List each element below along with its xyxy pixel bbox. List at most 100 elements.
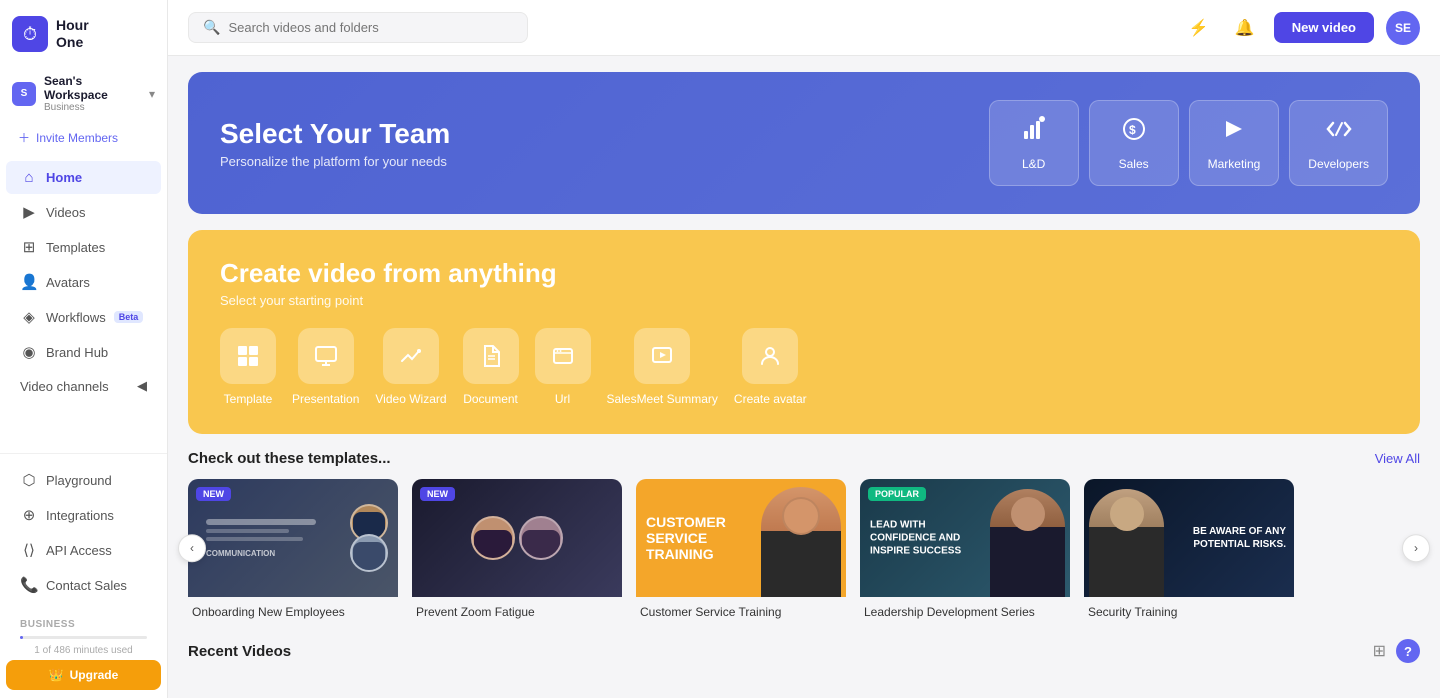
- sidebar-item-video-channels[interactable]: Video channels ◀: [6, 370, 161, 402]
- sidebar-item-templates-label: Templates: [46, 240, 105, 255]
- new-video-button[interactable]: New video: [1274, 12, 1374, 43]
- notification-icon[interactable]: 🔔: [1228, 11, 1262, 45]
- template-card-security[interactable]: BE AWARE OF ANY POTENTIAL RISKS. Securit…: [1084, 479, 1294, 623]
- sales-label: Sales: [1119, 157, 1149, 171]
- sidebar-item-brand-hub-label: Brand Hub: [46, 345, 108, 360]
- templates-icon: ⊞: [20, 238, 38, 256]
- team-banner-text: Select Your Team Personalize the platfor…: [220, 118, 969, 169]
- team-banner-subtitle: Personalize the platform for your needs: [220, 154, 969, 169]
- recent-videos-title: Recent Videos: [188, 643, 291, 660]
- view-all-link[interactable]: View All: [1375, 451, 1420, 466]
- badge-popular-leadership: Popular: [868, 487, 926, 501]
- template-thumb-customer: CUSTOMERSERVICETRAINING: [636, 479, 846, 597]
- template-card-customer[interactable]: CUSTOMERSERVICETRAINING Customer Service…: [636, 479, 846, 623]
- search-box[interactable]: 🔍: [188, 12, 528, 43]
- sidebar: ⏱ HourOne S Sean's Workspace Business ▾ …: [0, 0, 168, 698]
- badge-new-onboarding: New: [196, 487, 231, 501]
- upgrade-label: Upgrade: [70, 668, 119, 682]
- create-tool-template[interactable]: Template: [220, 328, 276, 406]
- team-banner: Select Your Team Personalize the platfor…: [188, 72, 1420, 214]
- sidebar-item-integrations[interactable]: ⊕ Integrations: [6, 498, 161, 532]
- team-card-marketing[interactable]: Marketing: [1189, 100, 1280, 186]
- sidebar-item-integrations-label: Integrations: [46, 508, 114, 523]
- create-tool-document[interactable]: Document: [463, 328, 519, 406]
- salesmeet-tool-icon: [634, 328, 690, 384]
- lightning-icon[interactable]: ⚡: [1182, 11, 1216, 45]
- sidebar-item-contact-sales[interactable]: 📞 Contact Sales: [6, 568, 161, 602]
- user-avatar[interactable]: SE: [1386, 11, 1420, 45]
- template-name-leadership: Leadership Development Series: [860, 597, 1070, 623]
- sidebar-item-workflows-label: Workflows: [46, 310, 106, 325]
- brand-hub-icon: ◉: [20, 343, 38, 361]
- create-tool-presentation[interactable]: Presentation: [292, 328, 359, 406]
- team-card-sales[interactable]: $ Sales: [1089, 100, 1179, 186]
- developers-icon: [1325, 115, 1353, 149]
- template-name-zoom: Prevent Zoom Fatigue: [412, 597, 622, 623]
- create-tool-url[interactable]: Url: [535, 328, 591, 406]
- invite-label: Invite Members: [36, 131, 118, 145]
- upgrade-icon: 👑: [49, 668, 64, 682]
- sidebar-item-playground[interactable]: ⬡ Playground: [6, 463, 161, 497]
- avatar-tool-label: Create avatar: [734, 392, 807, 406]
- ld-icon: [1020, 115, 1048, 149]
- plus-icon: ＋: [18, 129, 30, 146]
- template-thumb-onboarding: New COMMUNICATION: [188, 479, 398, 597]
- contact-icon: 📞: [20, 576, 38, 594]
- create-banner-subtitle: Select your starting point: [220, 293, 1388, 308]
- marketing-label: Marketing: [1208, 157, 1261, 171]
- upgrade-button[interactable]: 👑 Upgrade: [6, 660, 161, 690]
- app-logo[interactable]: ⏱ HourOne: [0, 0, 167, 68]
- sidebar-item-workflows[interactable]: ◈ Workflows Beta: [6, 300, 161, 334]
- workspace-avatar: S: [12, 82, 36, 106]
- workspace-type: Business: [44, 102, 141, 113]
- template-name-security: Security Training: [1084, 597, 1294, 623]
- sidebar-item-home[interactable]: ⌂ Home: [6, 161, 161, 194]
- create-tool-wizard[interactable]: Video Wizard: [375, 328, 446, 406]
- sidebar-nav: ⌂ Home ▶ Videos ⊞ Templates 👤 Avatars ◈ …: [0, 156, 167, 453]
- sidebar-item-templates[interactable]: ⊞ Templates: [6, 230, 161, 264]
- salesmeet-tool-label: SalesMeet Summary: [607, 392, 718, 406]
- help-button[interactable]: ?: [1396, 639, 1420, 663]
- templates-section-header: Check out these templates... View All: [188, 450, 1420, 467]
- team-card-ld[interactable]: L&D: [989, 100, 1079, 186]
- carousel-prev-button[interactable]: ‹: [178, 534, 206, 562]
- workspace-selector[interactable]: S Sean's Workspace Business ▾: [0, 68, 167, 123]
- url-tool-label: Url: [555, 392, 570, 406]
- grid-view-icon[interactable]: ⊞: [1373, 641, 1386, 661]
- document-tool-label: Document: [463, 392, 518, 406]
- template-card-zoom[interactable]: New Prevent Zoom Fatigue: [412, 479, 622, 623]
- sidebar-item-brand-hub[interactable]: ◉ Brand Hub: [6, 335, 161, 369]
- team-card-developers[interactable]: Developers: [1289, 100, 1388, 186]
- workspace-info: Sean's Workspace Business: [44, 74, 141, 113]
- minutes-bar: [20, 636, 147, 639]
- template-card-onboarding[interactable]: New COMMUNICATION: [188, 479, 398, 623]
- templates-carousel: ‹ New COMMUNICATION: [188, 479, 1420, 623]
- playground-icon: ⬡: [20, 471, 38, 489]
- templates-section-title: Check out these templates...: [188, 450, 391, 467]
- document-tool-icon: [463, 328, 519, 384]
- workflows-icon: ◈: [20, 308, 38, 326]
- invite-members-button[interactable]: ＋ Invite Members: [6, 123, 161, 152]
- search-input[interactable]: [228, 20, 513, 35]
- sidebar-item-avatars[interactable]: 👤 Avatars: [6, 265, 161, 299]
- template-tool-icon: [220, 328, 276, 384]
- create-tool-avatar[interactable]: Create avatar: [734, 328, 807, 406]
- url-tool-icon: [535, 328, 591, 384]
- sidebar-item-videos[interactable]: ▶ Videos: [6, 195, 161, 229]
- workspace-name: Sean's Workspace: [44, 74, 141, 102]
- sidebar-item-playground-label: Playground: [46, 473, 112, 488]
- recent-section-header: Recent Videos ⊞ ?: [188, 639, 1420, 663]
- create-tool-salesmeet[interactable]: SalesMeet Summary: [607, 328, 718, 406]
- videos-icon: ▶: [20, 203, 38, 221]
- carousel-next-button[interactable]: ›: [1402, 534, 1430, 562]
- sidebar-item-contact-label: Contact Sales: [46, 578, 127, 593]
- team-cards: L&D $ Sales: [989, 100, 1388, 186]
- sidebar-item-api-access[interactable]: ⟨⟩ API Access: [6, 533, 161, 567]
- presentation-tool-icon: [298, 328, 354, 384]
- template-card-leadership[interactable]: Popular LEAD WITH CONFIDENCE AND INSPIRE…: [860, 479, 1070, 623]
- ld-label: L&D: [1022, 157, 1045, 171]
- content-area: Select Your Team Personalize the platfor…: [168, 56, 1440, 698]
- sidebar-item-videos-label: Videos: [46, 205, 86, 220]
- logo-text: HourOne: [56, 17, 89, 51]
- sidebar-item-avatars-label: Avatars: [46, 275, 90, 290]
